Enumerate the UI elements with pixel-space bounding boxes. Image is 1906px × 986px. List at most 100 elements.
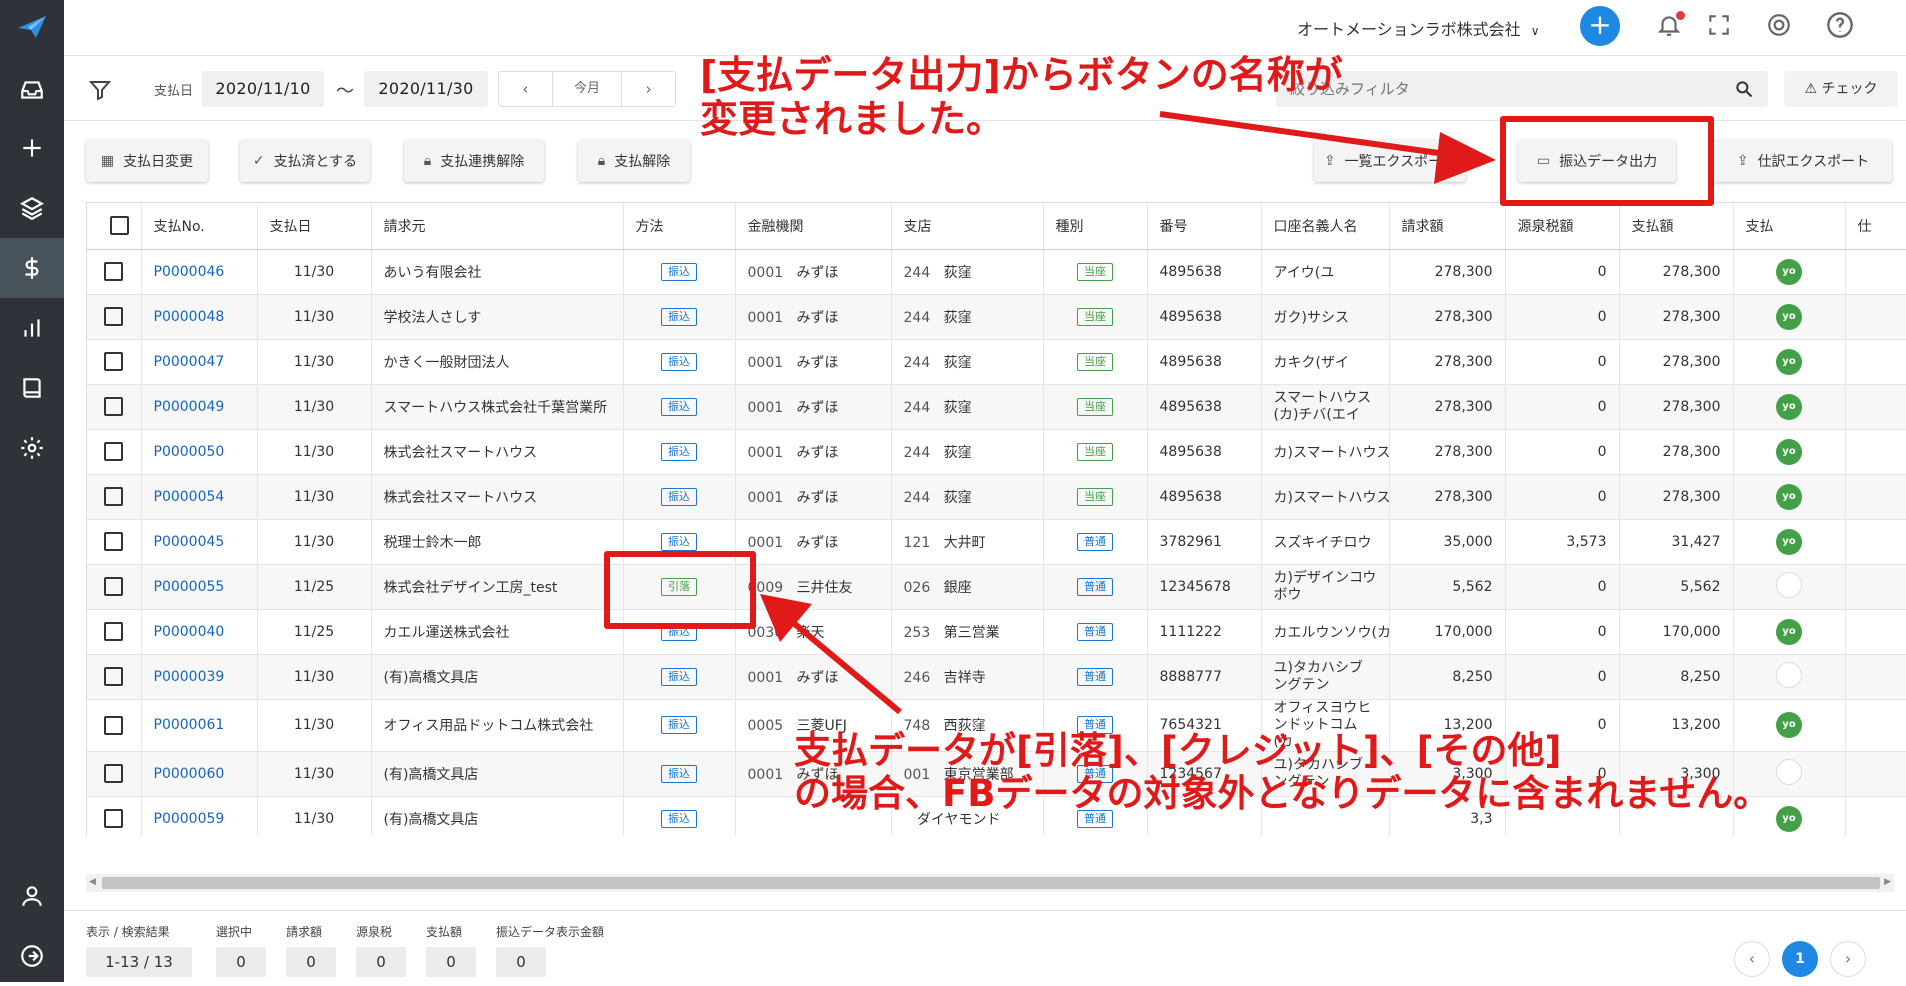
scroll-left-icon[interactable]: ◀: [89, 877, 96, 887]
current-month-button[interactable]: 今月: [551, 72, 623, 106]
payment-number-link[interactable]: P0000048: [154, 309, 225, 325]
mark-paid-button[interactable]: ✓ 支払済とする: [240, 140, 370, 182]
column-header[interactable]: 方法: [623, 203, 736, 250]
sidebar-item-reports[interactable]: [0, 298, 64, 358]
column-header[interactable]: 支払額: [1619, 203, 1734, 250]
column-header[interactable]: 請求元: [371, 203, 624, 250]
dollar-icon: [25, 257, 39, 279]
sidebar-item-user[interactable]: [0, 866, 64, 926]
sidebar-item-logout[interactable]: [0, 926, 64, 986]
payment-number-link[interactable]: P0000045: [154, 534, 225, 550]
company-selector[interactable]: オートメーションラボ株式会社 ∨: [1297, 16, 1539, 40]
payment-number-link[interactable]: P0000054: [154, 489, 225, 505]
column-header[interactable]: 種別: [1043, 203, 1148, 250]
prev-month-button[interactable]: ‹: [499, 72, 552, 106]
payment-status-cell: yo: [1733, 474, 1846, 520]
add-button[interactable]: +: [1580, 6, 1620, 46]
column-header[interactable]: 仕: [1845, 203, 1906, 250]
unlink-button[interactable]: 🔒︎ 支払連携解除: [404, 140, 544, 182]
row-checkbox[interactable]: [104, 397, 124, 416]
column-header[interactable]: 請求額: [1389, 203, 1506, 250]
table-row[interactable]: P0000050 11/30 株式会社スマートハウス 振込 0001 みずほ 244 荻窪…: [87, 429, 1906, 475]
column-header[interactable]: 源泉税額: [1505, 203, 1620, 250]
row-checkbox[interactable]: [104, 532, 124, 551]
payment-number-link[interactable]: P0000047: [154, 354, 225, 370]
help-icon[interactable]: [1826, 11, 1854, 39]
payment-number-link[interactable]: P0000046: [154, 264, 225, 280]
bank-name: みずほ: [796, 399, 839, 416]
column-header[interactable]: 支店: [891, 203, 1044, 250]
check-button[interactable]: ⚠ チェック: [1784, 71, 1898, 107]
app-logo-icon[interactable]: [16, 14, 48, 40]
payment-status-cell: yo: [1733, 339, 1846, 385]
row-checkbox[interactable]: [104, 809, 124, 828]
scroll-right-icon[interactable]: ▶: [1884, 877, 1891, 887]
row-checkbox[interactable]: [104, 715, 124, 735]
table-row[interactable]: P0000054 11/30 株式会社スマートハウス 振込 0001 みずほ 244 荻窪…: [87, 474, 1906, 520]
table-row[interactable]: P0000040 11/25 カエル運送株式会社 振込 0036 楽天 253 第三営業普…: [87, 609, 1906, 655]
table-row[interactable]: P0000045 11/30 税理士鈴木一郎 振込 0001 みずほ 121 大井町 普通 3…: [87, 519, 1906, 565]
arrow-circle-icon: [21, 945, 43, 967]
table-row[interactable]: P0000039 11/30 (有)高橋文具店 振込 0001 みずほ 246 吉祥寺 普通…: [87, 654, 1906, 700]
account-type-tag: 当座: [1077, 397, 1113, 416]
journal-export-button[interactable]: ⇪ 仕訳エクスポート: [1714, 140, 1892, 182]
vendor-name: 株式会社スマートハウス: [371, 429, 624, 475]
payment-number-link[interactable]: P0000059: [154, 811, 225, 827]
row-checkbox[interactable]: [104, 442, 124, 461]
extra-cell: [1845, 796, 1906, 836]
date-to-input[interactable]: 2020/11/30: [364, 71, 488, 107]
page-1-button[interactable]: 1: [1782, 941, 1818, 977]
column-header[interactable]: 口座名義人名: [1261, 203, 1390, 250]
next-month-button[interactable]: ›: [622, 72, 675, 106]
sidebar-item-layers[interactable]: [0, 178, 64, 238]
table-row[interactable]: P0000047 11/30 かきく一般財団法人 振込 0001 みずほ 244 荻窪 当座…: [87, 339, 1906, 385]
date-from-input[interactable]: 2020/11/10: [202, 71, 324, 107]
sidebar-item-payments[interactable]: [0, 238, 64, 298]
row-checkbox[interactable]: [104, 622, 124, 641]
payment-number-link[interactable]: P0000039: [154, 669, 225, 685]
sidebar-item-settings[interactable]: [0, 418, 64, 478]
fullscreen-icon[interactable]: [1706, 12, 1732, 38]
payment-number-link[interactable]: P0000061: [154, 717, 225, 733]
payment-number-link[interactable]: P0000040: [154, 624, 225, 640]
row-checkbox[interactable]: [104, 307, 124, 326]
scrollbar-thumb[interactable]: [102, 877, 1880, 889]
payment-status-cell: yo: [1733, 609, 1846, 655]
cancel-payment-button[interactable]: 🔒︎ 支払解除: [578, 140, 690, 182]
row-checkbox[interactable]: [104, 764, 124, 783]
row-checkbox[interactable]: [104, 577, 124, 596]
sidebar-item-add[interactable]: [0, 118, 64, 178]
payment-number-link[interactable]: P0000055: [154, 579, 225, 595]
filter-icon[interactable]: [88, 78, 112, 102]
search-icon[interactable]: [1734, 79, 1754, 99]
list-export-button[interactable]: ⇪ 一覧エクスポート: [1314, 140, 1466, 182]
table-row[interactable]: P0000046 11/30 あいう有限会社 振込 0001 みずほ 244 荻窪 当座 48…: [87, 249, 1906, 295]
payment-number: P0000059: [141, 796, 258, 836]
select-all-checkbox[interactable]: [110, 216, 130, 236]
column-header[interactable]: 支払: [1733, 203, 1846, 250]
row-checkbox[interactable]: [104, 352, 124, 371]
row-checkbox[interactable]: [104, 262, 124, 281]
change-date-button[interactable]: ▦ 支払日変更: [86, 140, 208, 182]
payment-number-link[interactable]: P0000049: [154, 399, 225, 415]
column-header[interactable]: 支払No.: [141, 203, 258, 250]
account-type-tag: 当座: [1077, 352, 1113, 371]
table-row[interactable]: P0000049 11/30 スマートハウス株式会社千葉営業所 振込 0001 みずほ 2…: [87, 384, 1906, 430]
account-type-tag: 普通: [1077, 667, 1113, 686]
payment-number-link[interactable]: P0000050: [154, 444, 225, 460]
payment-number-link[interactable]: P0000060: [154, 766, 225, 782]
row-checkbox[interactable]: [104, 487, 124, 506]
horizontal-scrollbar[interactable]: ◀ ▶: [86, 874, 1894, 892]
sidebar-item-ledger[interactable]: [0, 358, 64, 418]
column-header[interactable]: 番号: [1147, 203, 1262, 250]
next-page-button[interactable]: ›: [1830, 941, 1866, 977]
row-checkbox[interactable]: [104, 667, 124, 686]
table-row[interactable]: P0000055 11/25 株式会社デザイン工房_test 引落 0009 三井住友 0…: [87, 564, 1906, 610]
prev-page-button[interactable]: ‹: [1734, 941, 1770, 977]
column-header[interactable]: 金融機関: [735, 203, 892, 250]
table-row[interactable]: P0000048 11/30 学校法人さしす 振込 0001 みずほ 244 荻窪 当座 48…: [87, 294, 1906, 340]
column-header[interactable]: 支払日: [257, 203, 372, 250]
sidebar-item-inbox[interactable]: [0, 60, 64, 120]
branch-code: 244: [903, 489, 931, 506]
support-icon[interactable]: [1766, 12, 1792, 38]
